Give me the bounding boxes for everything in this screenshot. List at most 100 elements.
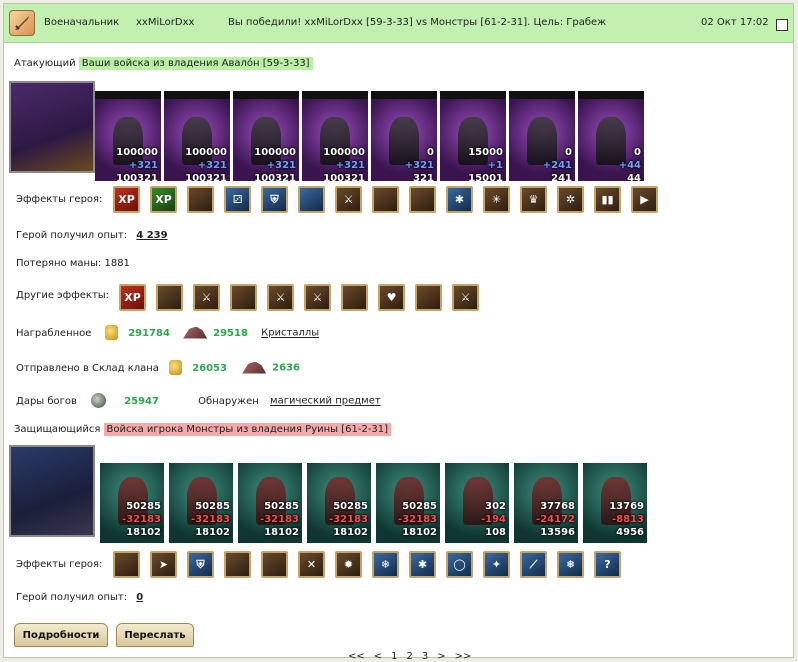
plunder-label: Награбленное [16,327,92,339]
wand-icon[interactable]: ⟋ [520,551,547,578]
spider-icon[interactable]: ✲ [557,186,584,213]
unit-card[interactable]: 13769 -8813 4956 [583,463,647,543]
unit-card[interactable]: 302 -194 108 [445,463,509,543]
unit-card[interactable]: 100000 +321 100321 [95,91,161,181]
dice-icon[interactable]: ⚂ [224,186,251,213]
ring-icon[interactable]: ◯ [446,551,473,578]
mana-lost: Потеряно маны: 1881 [16,258,130,269]
question-icon[interactable]: ? [594,551,621,578]
unit-card[interactable]: 0 +44 44 [578,91,644,181]
unit-card[interactable]: 50285 -32183 18102 [238,463,302,543]
report-header: Военачальник xxMiLorDxx Вы победили! xxM… [4,4,793,43]
helmet-icon[interactable] [113,551,140,578]
page-link[interactable]: << [348,651,365,662]
arrow-icon[interactable]: ➤ [150,551,177,578]
unit-count: 321 [413,173,434,181]
tome-icon[interactable] [187,186,214,213]
sword-icon[interactable]: ⚔ [452,284,479,311]
unit-card[interactable]: 15000 +1 15001 [440,91,506,181]
page-link[interactable]: 3 [422,651,428,662]
ice-icon[interactable]: ✱ [446,186,473,213]
door-icon[interactable] [261,551,288,578]
clan-label: Отправлено в Склад клана [16,362,159,374]
crystal-icon [183,326,208,339]
unit-count: -194 [480,514,506,525]
fighter-icon[interactable] [224,551,251,578]
unit-count: -24172 [536,514,575,525]
unit-card[interactable]: 50285 -32183 18102 [307,463,371,543]
attacker-army: Ваши войска из владения Авалóн [59-3-33] [78,57,313,70]
page-link[interactable]: < [374,651,382,662]
hand-shield-icon[interactable] [298,186,325,213]
attacker-hero-portrait[interactable] [9,81,95,173]
unit-card[interactable]: 0 +241 241 [509,91,575,181]
scroll-icon[interactable] [230,284,257,311]
unit-count: -32183 [398,514,437,525]
handshake-icon[interactable] [372,186,399,213]
crystal-icon [242,361,267,374]
player-name[interactable]: xxMiLorDxx [136,17,194,28]
scroll-icon[interactable] [415,284,442,311]
unit-count: 50285 [195,501,230,512]
sword-icon[interactable]: ⚔ [335,186,362,213]
details-button[interactable]: Подробности [14,623,108,647]
shield-icon[interactable]: ⛨ [261,186,288,213]
boots-icon[interactable]: ▮▮ [594,186,621,213]
xp-icon[interactable]: XP [119,284,146,311]
plunder-crystals: 29518 [213,327,248,339]
unit-count: 100000 [116,147,158,158]
select-checkbox[interactable] [776,19,788,31]
unit-count: 108 [485,527,506,538]
page-link[interactable]: > [437,651,445,662]
unit-count: -32183 [329,514,368,525]
xp-gained-value[interactable]: 4 239 [136,230,167,241]
xp-scroll-icon[interactable]: XP [150,186,177,213]
page-link[interactable]: >> [455,651,472,662]
fire-icon[interactable]: ✹ [335,551,362,578]
xp-icon[interactable]: XP [113,186,140,213]
unit-card[interactable]: 100000 +321 100321 [302,91,368,181]
crossed-swords-icon[interactable]: ✕ [298,551,325,578]
heart-icon[interactable]: ♥ [378,284,405,311]
sword-icon[interactable]: ⚔ [304,284,331,311]
page-link[interactable]: 2 [407,651,413,662]
unit-card[interactable]: 0 +321 321 [371,91,437,181]
unit-figure [527,117,557,165]
shield-icon[interactable]: ⛨ [187,551,214,578]
unit-count: -8813 [612,514,644,525]
ice-icon[interactable]: ✱ [409,551,436,578]
unit-card[interactable]: 100000 +321 100321 [233,91,299,181]
unit-card[interactable]: 50285 -32183 18102 [376,463,440,543]
gold-idol-icon[interactable]: ♛ [520,186,547,213]
unit-card[interactable]: 50285 -32183 18102 [100,463,164,543]
unit-count: 44 [627,173,641,181]
web-icon[interactable]: ✳ [483,186,510,213]
unit-count: 18102 [264,527,299,538]
magic-item-link[interactable]: магический предмет [270,396,381,407]
unit-count: +321 [266,160,296,171]
scroll-icon[interactable] [156,284,183,311]
defender-hero-portrait[interactable] [9,445,95,537]
unit-count: 241 [551,173,572,181]
snowflake-icon[interactable]: ❄ [372,551,399,578]
unit-count: -32183 [260,514,299,525]
unit-count: 0 [427,147,434,158]
unit-card[interactable]: 37768 -24172 13596 [514,463,578,543]
forward-button[interactable]: Переслать [116,623,194,647]
unit-count: 0 [565,147,572,158]
scroll-icon[interactable] [341,284,368,311]
arrow-right-icon[interactable]: ▶ [631,186,658,213]
unit-card[interactable]: 50285 -32183 18102 [169,463,233,543]
def-xp-value[interactable]: 0 [136,592,143,603]
sword-icon[interactable]: ⚔ [193,284,220,311]
unit-card[interactable]: 100000 +321 100321 [164,91,230,181]
unit-count: -32183 [191,514,230,525]
def-xp-row: Герой получил опыт: 0 [16,592,143,603]
hand-icon[interactable] [409,186,436,213]
crystals-link[interactable]: Кристаллы [261,328,319,339]
unit-count: 13596 [540,527,575,538]
frost-icon[interactable]: ❅ [557,551,584,578]
sword-icon[interactable]: ⚔ [267,284,294,311]
ice-shard-icon[interactable]: ✦ [483,551,510,578]
page-link[interactable]: 1 [391,651,397,662]
